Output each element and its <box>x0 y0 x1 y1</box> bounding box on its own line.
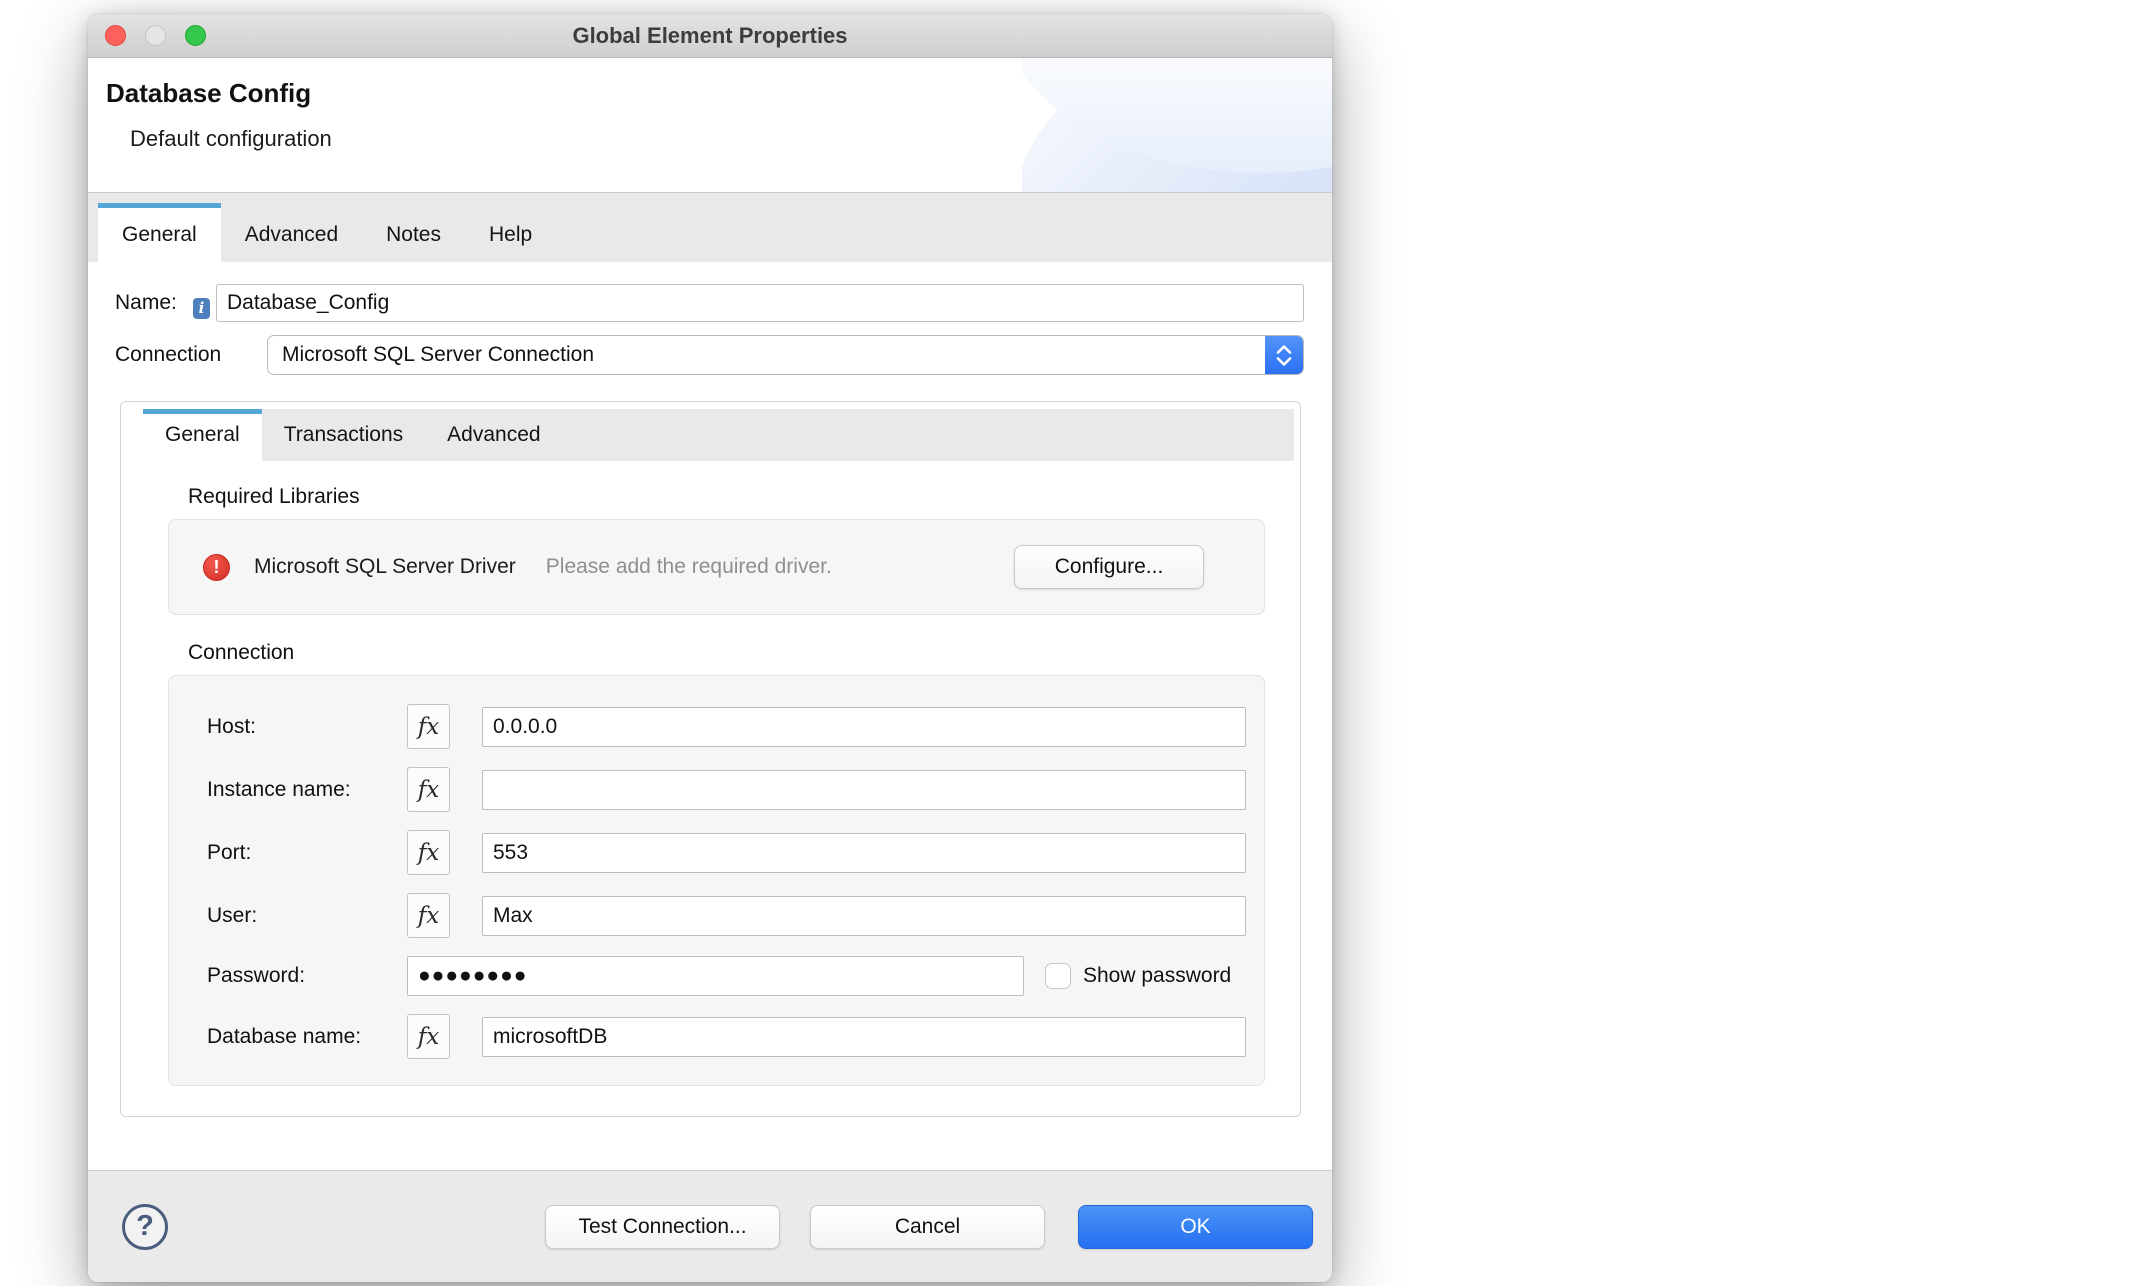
user-input[interactable] <box>482 895 1246 936</box>
fx-expression-icon[interactable]: fx <box>407 1014 450 1059</box>
title-bar[interactable]: Global Element Properties <box>88 14 1332 58</box>
fx-expression-icon[interactable]: fx <box>407 767 450 812</box>
fx-expression-icon[interactable]: fx <box>407 704 450 749</box>
field-row-password: Password: Show password <box>207 956 1246 996</box>
inner-tab-advanced[interactable]: Advanced <box>425 409 562 461</box>
password-input[interactable] <box>407 956 1024 996</box>
window-title: Global Element Properties <box>572 22 848 48</box>
inner-tab-bar: General Transactions Advanced <box>143 409 1294 461</box>
help-button[interactable]: ? <box>122 1203 168 1250</box>
tab-help[interactable]: Help <box>465 203 556 262</box>
info-icon: i <box>193 297 210 319</box>
name-label: Name: <box>115 291 177 314</box>
inner-tab-general[interactable]: General <box>143 409 262 461</box>
test-connection-button[interactable]: Test Connection... <box>545 1204 780 1249</box>
show-password-label: Show password <box>1083 964 1232 987</box>
name-field-row: Name: i <box>115 284 1304 322</box>
select-stepper-icon <box>1265 336 1303 374</box>
show-password-checkbox[interactable] <box>1045 963 1071 989</box>
dialog-header: Database Config Default configuration <box>88 58 1332 192</box>
cancel-button[interactable]: Cancel <box>810 1204 1045 1249</box>
fx-expression-icon[interactable]: fx <box>407 830 450 875</box>
connection-label: Connection <box>115 343 222 366</box>
tab-advanced[interactable]: Advanced <box>221 203 362 262</box>
required-libraries-section-label: Required Libraries <box>188 485 360 508</box>
page-subtitle: Default configuration <box>130 126 332 151</box>
configure-button[interactable]: Configure... <box>1014 545 1204 589</box>
tab-notes[interactable]: Notes <box>362 203 465 262</box>
connection-select-value: Microsoft SQL Server Connection <box>282 343 595 366</box>
error-icon: ! <box>203 553 230 581</box>
field-label: Port: <box>207 840 252 864</box>
field-row-user: User: fx <box>207 893 1246 938</box>
name-input[interactable] <box>216 284 1304 322</box>
connection-section-label: Connection <box>188 641 295 664</box>
global-element-properties-dialog: Global Element Properties Database Confi… <box>88 14 1332 1282</box>
field-label: User: <box>207 903 258 927</box>
database-name-input[interactable] <box>482 1016 1246 1057</box>
ok-button[interactable]: OK <box>1078 1204 1313 1249</box>
field-row-host: Host: fx <box>207 704 1246 749</box>
required-libraries-box: ! Microsoft SQL Server Driver Please add… <box>168 519 1265 615</box>
tab-general[interactable]: General <box>98 203 221 262</box>
instance-name-input[interactable] <box>482 769 1246 810</box>
field-label: Instance name: <box>207 777 351 801</box>
connection-config-panel: General Transactions Advanced Required Lib… <box>120 401 1301 1117</box>
host-input[interactable] <box>482 706 1246 747</box>
inner-tab-transactions[interactable]: Transactions <box>262 409 425 461</box>
driver-message: Please add the required driver. <box>545 555 832 578</box>
field-row-database-name: Database name: fx <box>207 1014 1246 1059</box>
connection-fields-box: Host: fx Instance name: fx Port: fx User: fx Pas… <box>168 675 1265 1086</box>
port-input[interactable] <box>482 832 1246 873</box>
field-label: Host: <box>207 714 257 738</box>
field-label: Database name: <box>207 1024 362 1048</box>
connection-select[interactable]: Microsoft SQL Server Connection <box>267 335 1304 375</box>
fx-expression-icon[interactable]: fx <box>407 893 450 938</box>
field-row-port: Port: fx <box>207 830 1246 875</box>
field-label: Password: <box>207 964 306 987</box>
field-row-instance-name: Instance name: fx <box>207 767 1246 812</box>
outer-tab-bar: General Advanced Notes Help <box>88 192 1332 262</box>
general-tab-content: Name: i Connection Microsoft SQL Server … <box>88 262 1332 1170</box>
page-title: Database Config <box>106 78 312 108</box>
driver-name: Microsoft SQL Server Driver <box>254 555 516 578</box>
footer-bar: ? Test Connection... Cancel OK <box>88 1170 1332 1282</box>
connection-field-row: Connection Microsoft SQL Server Connecti… <box>115 335 1304 375</box>
